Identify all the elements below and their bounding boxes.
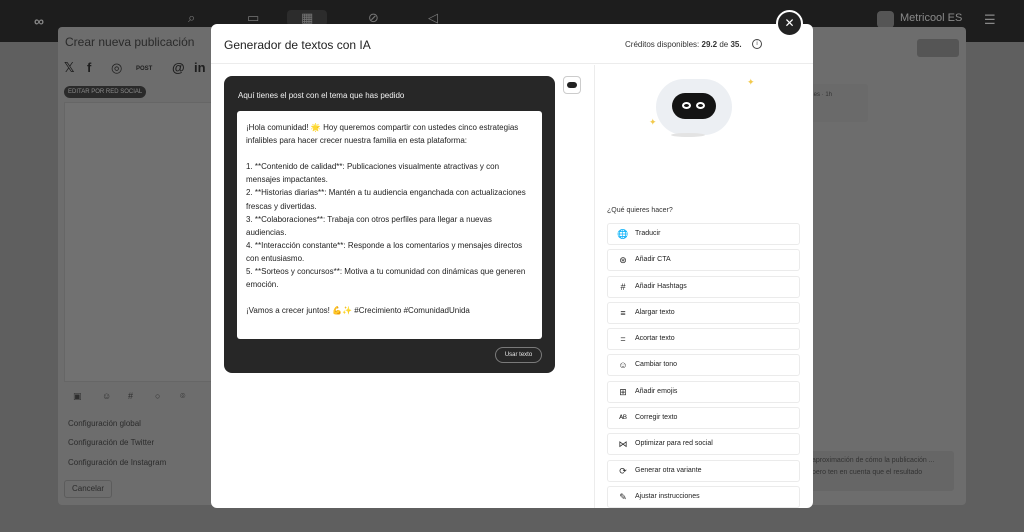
action-generar-otra-variante[interactable]: ⟳ Generar otra variante [607, 459, 800, 482]
message-edit-icon: ✎ [619, 491, 627, 502]
action-cambiar-tono[interactable]: ☺ Cambiar tono [607, 354, 800, 377]
action-acortar-texto[interactable]: = Acortar texto [607, 328, 800, 351]
use-text-button[interactable]: Usar texto [495, 347, 542, 363]
cursor-click-icon: ⊛ [619, 255, 627, 266]
action-label: Acortar texto [635, 335, 675, 343]
action-label: Ajustar instrucciones [635, 492, 700, 500]
globe-icon: 🌐 [617, 229, 629, 239]
media-icon[interactable]: ▣ [73, 391, 82, 402]
action-label: Cambiar tono [635, 361, 678, 369]
post-line: 5. **Sorteos y concursos**: Motiva a tu … [246, 267, 526, 290]
twitter-config-link[interactable]: Configuración de Twitter [68, 438, 154, 447]
threads-icon[interactable]: @ [172, 60, 185, 75]
close-modal-button[interactable]: ✕ [776, 10, 803, 37]
twitter-x-icon[interactable]: 𝕏 [64, 60, 74, 76]
app-logo-icon: ∞ [34, 13, 44, 29]
action-label: Corregir texto [635, 414, 678, 422]
action-label: Traducir [635, 230, 661, 237]
instagram-icon[interactable]: ◎ [111, 60, 122, 76]
action-añadir-emojis[interactable]: ⊞ Añadir emojis [607, 380, 800, 403]
post-line: ¡Vamos a crecer juntos! 💪✨ #Crecimiento … [246, 306, 470, 316]
preview-note: aproximación de cómo la publicación ... … [806, 451, 954, 491]
create-post-title: Crear nueva publicación [65, 35, 195, 49]
modal-title: Generador de textos con IA [224, 38, 371, 52]
global-config-link[interactable]: Configuración global [68, 419, 141, 428]
credits-value: 29.2 [701, 40, 718, 49]
edit-per-network-button[interactable]: EDITAR POR RED SOCIAL [64, 86, 147, 98]
action-optimizar-para-red-social[interactable]: ⋈ Optimizar para red social [607, 433, 800, 456]
action-list: 🌐 Traducir ⊛ Añadir CTA # Añadir Hashtags ≡ Ala… [607, 223, 800, 508]
credits-label: Créditos disponibles: [625, 40, 700, 49]
post-type-select[interactable]: POST [136, 66, 152, 72]
post-editor[interactable] [64, 102, 214, 382]
spellcheck-icon: ᴬᴮ [619, 413, 627, 424]
hashtag-icon: # [620, 281, 626, 292]
credits-total: 35. [730, 40, 742, 49]
action-traducir[interactable]: 🌐 Traducir [607, 223, 800, 245]
preview-card: .es · 1h [806, 84, 868, 122]
credits-indicator: Créditos disponibles: 29.2 de 35. [625, 40, 742, 49]
device-preview-toggle[interactable] [917, 39, 959, 57]
emoji-icon[interactable]: ☺ [102, 391, 111, 401]
linkedin-icon[interactable]: in [194, 60, 206, 75]
hashtag-icon[interactable]: # [128, 391, 133, 401]
refresh-icon: ⟳ [619, 465, 627, 476]
action-ajustar-instrucciones[interactable]: ✎ Ajustar instrucciones [607, 485, 800, 508]
robot-mascot-icon [649, 77, 732, 139]
comment-icon[interactable]: ○ [155, 391, 160, 401]
post-line: 4. **Interacción constante**: Responde a… [246, 240, 523, 263]
ai-text-generator-modal: Generador de textos con IA Créditos disp… [211, 24, 813, 508]
post-line: 2. **Historias diarias**: Mantén a tu au… [246, 188, 526, 211]
action-label: Añadir emojis [635, 387, 678, 395]
assistant-message: Aquí tienes el post con el tema que has … [224, 76, 555, 373]
actions-question: ¿Qué quieres hacer? [607, 207, 673, 214]
action-label: Añadir CTA [635, 256, 671, 264]
menu-icon[interactable]: ☰ [984, 12, 996, 28]
post-line [246, 147, 533, 160]
lines-long-icon: ≡ [620, 307, 626, 318]
assistant-intro-text: Aquí tienes el post con el tema que has … [238, 91, 405, 100]
emoji-grid-icon: ⊞ [619, 386, 627, 397]
post-line: 1. **Contenido de calidad**: Publicacion… [246, 162, 500, 185]
generated-post-text: ¡Hola comunidad! 🌟 Hoy queremos comparti… [237, 111, 542, 339]
facebook-icon[interactable]: f [87, 60, 91, 75]
action-alargar-texto[interactable]: ≡ Alargar texto [607, 301, 800, 324]
action-label: Optimizar para red social [635, 440, 713, 448]
lines-short-icon: = [620, 334, 626, 345]
sparkle-icon: ✦ [747, 77, 755, 87]
instagram-config-link[interactable]: Configuración de Instagram [68, 458, 166, 467]
info-icon[interactable]: i [752, 39, 762, 49]
action-label: Añadir Hashtags [635, 282, 687, 290]
sparkle-icon: ✦ [649, 117, 657, 127]
smile-icon: ☺ [618, 360, 628, 371]
assistant-avatar-icon [563, 76, 581, 94]
post-line: ¡Hola comunidad! 🌟 Hoy queremos comparti… [246, 123, 519, 146]
action-añadir-hashtags[interactable]: # Añadir Hashtags [607, 275, 800, 298]
action-añadir-cta[interactable]: ⊛ Añadir CTA [607, 249, 800, 272]
post-line [246, 291, 533, 304]
chat-column: Aquí tienes el post con el tema que has … [211, 65, 594, 508]
credits-of: de [719, 40, 729, 49]
footer-area [0, 505, 1024, 532]
account-avatar[interactable] [877, 11, 894, 28]
location-icon[interactable]: ⌾ [180, 391, 185, 402]
post-line: 3. **Colaboraciones**: Trabaja con otros… [246, 214, 492, 237]
account-name[interactable]: Metricool ES [900, 12, 962, 24]
action-label: Generar otra variante [635, 466, 702, 474]
nav-search-icon[interactable]: ⌕ [188, 10, 195, 26]
share-icon: ⋈ [618, 439, 628, 450]
cancel-button[interactable]: Cancelar [64, 480, 112, 498]
modal-header: Generador de textos con IA Créditos disp… [211, 24, 813, 64]
action-label: Alargar texto [635, 308, 675, 316]
assistant-actions-column: ✦ ✦ ¿Qué quieres hacer? 🌐 Traducir ⊛ Añadir… [595, 65, 813, 508]
action-corregir-texto[interactable]: ᴬᴮ Corregir texto [607, 407, 800, 430]
